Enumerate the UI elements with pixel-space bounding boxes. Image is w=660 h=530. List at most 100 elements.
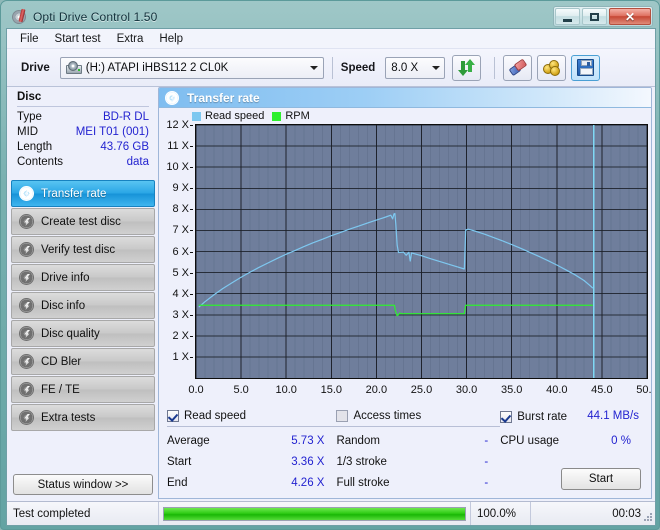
disc-row-type: Type BD-R DL: [17, 110, 149, 125]
sidebar-item-verify-test-disc[interactable]: Verify test disc: [11, 236, 155, 263]
stats-column-read-speed: Read speed Average 5.73 X Start 3.36 X E…: [167, 409, 337, 494]
chevron-down-icon: [427, 58, 444, 78]
sidebar-item-label: Transfer rate: [41, 187, 107, 200]
speed-select[interactable]: 8.0 X: [385, 56, 446, 79]
read-speed-checkbox-row[interactable]: Read speed: [167, 409, 337, 427]
full-stroke-value: -: [484, 477, 489, 489]
progress-bar-fill: [164, 507, 465, 520]
disc-contents-label: Contents: [17, 156, 64, 168]
chart-y-tick: [190, 272, 193, 274]
chart-y-tick: [190, 167, 193, 169]
burst-rate-checkbox[interactable]: [500, 410, 513, 423]
sidebar-item-fe-te[interactable]: FE / TE: [11, 376, 155, 403]
chart-x-tick-label: 25.0: [410, 384, 433, 396]
application-window: Opti Drive Control 1.50 ✕ File Start tes…: [0, 0, 660, 530]
chart-x-tick-label: 10.0: [275, 384, 297, 396]
legend-label-read-speed: Read speed: [205, 110, 265, 122]
disc-row-length: Length 43.76 GB: [17, 140, 149, 155]
close-button[interactable]: ✕: [609, 8, 651, 25]
erase-button[interactable]: [503, 54, 533, 81]
random-value: -: [484, 435, 489, 447]
read-speed-checkbox[interactable]: [167, 410, 179, 422]
burst-rate-checkbox-row[interactable]: Burst rate 44.1 MB/s: [500, 409, 643, 427]
chart-x-tick-label: 5.0: [233, 384, 249, 396]
toolbar-divider: [494, 56, 496, 79]
chart-y-tick-label: 8 X: [172, 203, 189, 216]
sidebar-item-transfer-rate[interactable]: Transfer rate: [11, 180, 155, 207]
window-controls: ✕: [553, 6, 653, 27]
chart-y-tick-label: 1 X: [172, 350, 189, 363]
sidebar-item-label: Disc quality: [41, 327, 100, 340]
menu-item-start-test[interactable]: Start test: [48, 31, 108, 47]
status-window-button[interactable]: Status window >>: [13, 474, 153, 495]
stat-row-third-stroke: 1/3 stroke -: [336, 452, 500, 473]
chart-y-tick-label: 2 X: [172, 329, 189, 342]
disc-contents-value: data: [126, 156, 149, 168]
end-value: 4.26 X: [291, 477, 325, 489]
firmware-button[interactable]: [537, 54, 567, 81]
minimize-button[interactable]: [555, 8, 580, 25]
chart-y-tick-label: 9 X: [172, 182, 189, 195]
sidebar-item-drive-info[interactable]: Drive info: [11, 264, 155, 291]
disc-row-contents: Contents data: [17, 155, 149, 170]
window-title: Opti Drive Control 1.50: [33, 9, 158, 24]
chart-legend: Read speed RPM: [192, 110, 310, 122]
stat-row-start: Start 3.36 X: [167, 452, 336, 473]
disc-test-icon: [19, 410, 34, 425]
close-icon: ✕: [624, 9, 636, 24]
gold-coins-icon: [542, 59, 561, 76]
resize-grip-icon[interactable]: [643, 513, 653, 523]
floppy-save-icon: [577, 59, 595, 76]
random-label: Random: [336, 435, 380, 447]
sidebar-item-extra-tests[interactable]: Extra tests: [11, 404, 155, 431]
optical-drive-icon: [65, 60, 82, 75]
sidebar-item-disc-quality[interactable]: Disc quality: [11, 320, 155, 347]
speed-label: Speed: [340, 61, 376, 74]
chart-y-tick-label: 11 X: [167, 140, 189, 153]
status-message: Test completed: [7, 502, 159, 525]
sidebar-item-cd-bler[interactable]: CD Bler: [11, 348, 155, 375]
chart-x-tick-label: 35.0: [500, 384, 523, 396]
legend-swatch-rpm: [272, 111, 282, 121]
menu-item-extra[interactable]: Extra: [110, 31, 151, 47]
chart-y-tick: [190, 146, 193, 148]
chart-x-tick-label: 0.0: [188, 384, 204, 396]
cpu-usage-label: CPU usage: [500, 435, 560, 447]
chart-y-tick-label: 12 X: [166, 119, 189, 131]
transfer-rate-chart: Read speed RPM 1 X 2 X 3 X 4 X 5 X 6 X 7 X 8 X 9…: [159, 108, 651, 405]
transfer-rate-icon: [165, 90, 179, 105]
sidebar-item-disc-info[interactable]: Disc info: [11, 292, 155, 319]
toolbar-divider: [331, 56, 333, 79]
disc-test-icon: [19, 354, 34, 369]
maximize-button[interactable]: [582, 8, 607, 25]
disc-mid-label: MID: [17, 126, 39, 138]
chart-y-tick-label: 7 X: [172, 224, 189, 237]
sidebar-item-create-test-disc[interactable]: Create test disc: [11, 208, 155, 235]
burst-rate-label: Burst rate: [517, 410, 568, 423]
disc-row-mid: MID MEI T01 (001): [17, 125, 149, 140]
drive-select-value: (H:) ATAPI iHBS112 2 CL0K: [85, 61, 229, 74]
chart-y-tick: [190, 251, 193, 253]
menu-item-file[interactable]: File: [13, 31, 46, 47]
chart-x-tick-label: 20.0: [365, 384, 388, 396]
chart-y-tick: [190, 356, 193, 358]
sidebar-item-label: Disc info: [41, 299, 86, 312]
progress-percent: 100.0%: [471, 502, 531, 525]
legend-swatch-read-speed: [192, 111, 201, 121]
eraser-icon: [508, 58, 528, 76]
disc-info-panel: Disc Type BD-R DL MID MEI T01 (001) Leng…: [11, 87, 155, 174]
sidebar-item-label: CD Bler: [41, 355, 82, 368]
start-test-button[interactable]: Start: [561, 468, 641, 490]
sidebar-item-label: Drive info: [41, 271, 90, 284]
save-button[interactable]: [571, 54, 601, 81]
drive-select[interactable]: (H:) ATAPI iHBS112 2 CL0K: [59, 56, 324, 79]
disc-test-icon: [19, 214, 34, 229]
sidebar-item-label: Verify test disc: [41, 243, 116, 256]
end-label: End: [167, 477, 188, 489]
menu-item-help[interactable]: Help: [152, 31, 190, 47]
access-times-checkbox[interactable]: [336, 410, 349, 422]
refresh-button[interactable]: [452, 54, 482, 81]
cpu-usage-value: 0 %: [611, 435, 631, 447]
sidebar-item-label: Extra tests: [41, 411, 96, 424]
access-times-checkbox-row[interactable]: Access times: [336, 409, 501, 427]
